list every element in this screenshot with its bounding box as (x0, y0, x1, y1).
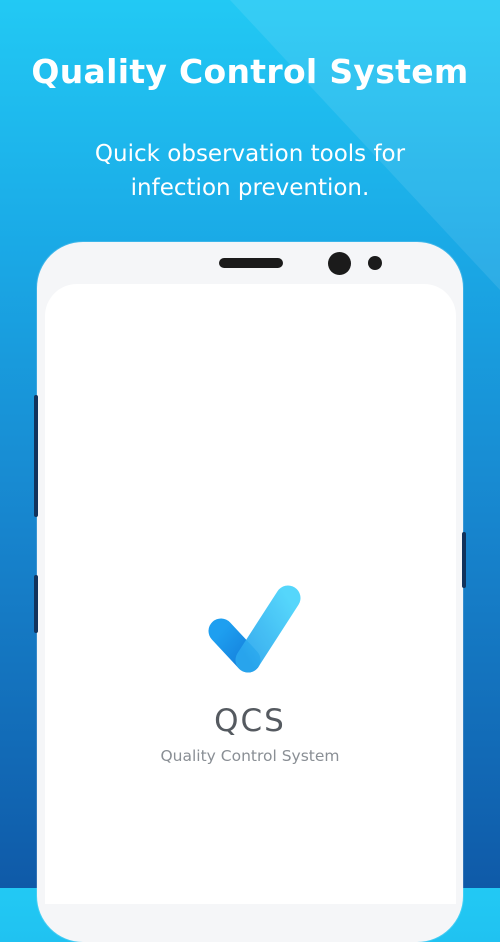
app-tagline-label: Quality Control System (160, 747, 340, 765)
phone-power-button (462, 532, 466, 588)
checkmark-icon (208, 585, 301, 673)
phone-volume-up-button (34, 395, 38, 517)
promo-headline: Quality Control System (31, 52, 469, 91)
promo-subhead: Quick observation tools for infection pr… (94, 141, 406, 201)
phone-camera (328, 252, 351, 275)
app-name-label: QCS (214, 703, 286, 739)
phone-speaker (219, 258, 283, 268)
phone-volume-down-button (34, 575, 38, 633)
phone-sensor (368, 256, 382, 270)
